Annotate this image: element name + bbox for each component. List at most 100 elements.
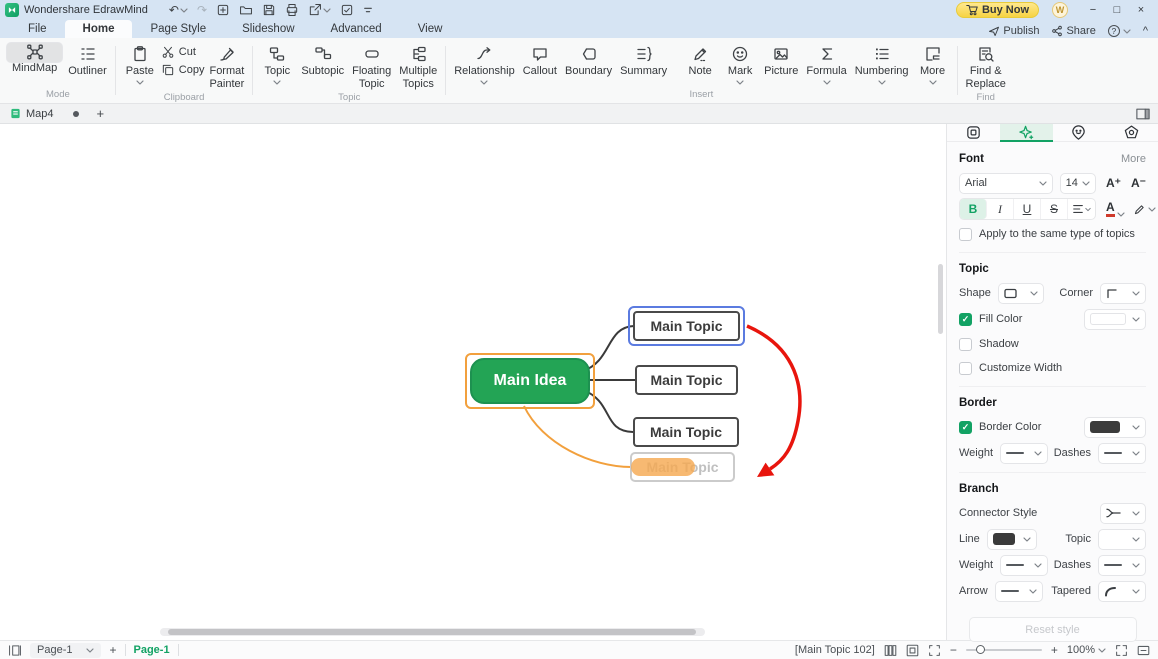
italic-button[interactable]: I: [987, 199, 1014, 219]
print-button[interactable]: [285, 3, 299, 17]
tab-advanced[interactable]: Advanced: [313, 20, 400, 38]
main-topic-node-3[interactable]: Main Topic: [633, 417, 739, 447]
bold-button[interactable]: B: [960, 199, 987, 219]
dragged-topic-pill[interactable]: [631, 458, 695, 476]
callout-button[interactable]: Callout: [520, 42, 560, 80]
tab-topic-format[interactable]: [999, 124, 1053, 142]
split-view-icon[interactable]: [884, 644, 897, 657]
text-align-button[interactable]: [1068, 199, 1095, 219]
tab-advanced-settings[interactable]: [1105, 124, 1158, 141]
add-page-button[interactable]: +: [109, 643, 116, 657]
zoom-slider-knob[interactable]: [975, 645, 985, 654]
share-button[interactable]: Share: [1051, 25, 1096, 37]
copy-button[interactable]: Copy: [161, 63, 204, 77]
formula-button[interactable]: Formula: [803, 42, 849, 87]
zoom-in-button[interactable]: +: [1051, 643, 1058, 657]
tab-file[interactable]: File: [10, 20, 65, 38]
zoom-level-select[interactable]: 100%: [1067, 644, 1106, 656]
close-button[interactable]: ×: [1129, 0, 1153, 20]
apply-same-type-checkbox[interactable]: [959, 227, 972, 241]
shadow-checkbox[interactable]: [959, 337, 972, 351]
user-avatar[interactable]: W: [1052, 2, 1068, 18]
open-file-button[interactable]: [239, 3, 253, 17]
active-page-tab[interactable]: Page-1: [134, 644, 170, 656]
help-button[interactable]: ?: [1107, 25, 1131, 37]
shape-select[interactable]: [997, 282, 1044, 304]
multiple-topics-button[interactable]: Multiple Topics: [396, 42, 440, 92]
tab-view[interactable]: View: [400, 20, 461, 38]
toolbar-options-icon[interactable]: [363, 5, 373, 15]
page-select[interactable]: Page-1: [30, 642, 102, 658]
more-insert-button[interactable]: More: [914, 42, 952, 87]
undo-button[interactable]: ↶: [169, 4, 188, 16]
tab-slideshow[interactable]: Slideshow: [224, 20, 312, 38]
find-replace-button[interactable]: Find & Replace: [963, 42, 1009, 92]
connector-style-select[interactable]: [1100, 502, 1146, 524]
tab-mark[interactable]: [1053, 124, 1106, 141]
subtopic-button[interactable]: Subtopic: [298, 42, 347, 80]
main-topic-node-1[interactable]: Main Topic: [633, 311, 740, 341]
boundary-button[interactable]: Boundary: [562, 42, 615, 80]
strikethrough-button[interactable]: S: [1041, 199, 1068, 219]
fullscreen-icon[interactable]: [1115, 644, 1128, 657]
toggle-right-panel-button[interactable]: [1136, 108, 1150, 120]
topic-button[interactable]: Topic: [258, 42, 296, 87]
highlight-pen-button[interactable]: [1133, 203, 1156, 216]
fit-window-icon[interactable]: [906, 644, 919, 657]
border-weight-select[interactable]: [1000, 442, 1049, 464]
font-size-select[interactable]: 14: [1059, 172, 1096, 194]
fill-color-checkbox[interactable]: [959, 312, 972, 326]
zoom-out-button[interactable]: −: [950, 643, 957, 657]
document-tab-map4[interactable]: Map4: [8, 108, 81, 120]
branch-arrow-select[interactable]: [994, 580, 1043, 602]
decrease-font-size-button[interactable]: A⁻: [1131, 176, 1146, 190]
customize-width-checkbox[interactable]: [959, 361, 972, 375]
zoom-slider[interactable]: [965, 645, 1042, 654]
branch-weight-select[interactable]: [1000, 554, 1049, 576]
paste-button[interactable]: Paste: [121, 42, 159, 87]
fit-content-icon[interactable]: [928, 644, 941, 657]
underline-button[interactable]: U: [1014, 199, 1041, 219]
horizontal-scrollbar-thumb[interactable]: [168, 629, 696, 635]
mindmap-mode-button[interactable]: MindMap: [6, 42, 64, 74]
font-color-button[interactable]: A: [1106, 200, 1125, 218]
border-color-select[interactable]: [1084, 416, 1146, 438]
minimize-button[interactable]: −: [1081, 0, 1105, 20]
collapse-ribbon-button[interactable]: ^: [1143, 25, 1148, 37]
vertical-scrollbar-thumb[interactable]: [938, 264, 943, 334]
more-link[interactable]: More: [1121, 153, 1146, 165]
fill-color-select[interactable]: [1084, 308, 1146, 330]
summary-button[interactable]: Summary: [617, 42, 670, 80]
corner-select[interactable]: [1100, 282, 1146, 304]
branch-topic-select[interactable]: [1098, 528, 1146, 550]
save-button[interactable]: [262, 3, 276, 17]
buy-now-button[interactable]: Buy Now: [955, 2, 1039, 18]
format-painter-button[interactable]: Format Painter: [206, 42, 247, 92]
relationship-button[interactable]: Relationship: [451, 42, 518, 87]
picture-button[interactable]: Picture: [761, 42, 801, 80]
new-file-button[interactable]: [216, 3, 230, 17]
mindmap-canvas[interactable]: Main Idea Main Topic Main Topic Main Top…: [0, 124, 946, 640]
border-color-checkbox[interactable]: [959, 420, 972, 434]
numbering-button[interactable]: Numbering: [852, 42, 912, 87]
main-topic-node-2[interactable]: Main Topic: [635, 365, 738, 395]
floating-topic-button[interactable]: Floating Topic: [349, 42, 394, 92]
mark-button[interactable]: Mark: [721, 42, 759, 87]
branch-dashes-select[interactable]: [1098, 554, 1146, 576]
publish-button[interactable]: Publish: [988, 25, 1039, 37]
export-button[interactable]: [308, 3, 331, 17]
tab-home[interactable]: Home: [64, 20, 133, 38]
main-idea-node[interactable]: Main Idea: [470, 358, 590, 404]
font-family-select[interactable]: Arial: [959, 172, 1053, 194]
tab-canvas-style[interactable]: [947, 124, 1000, 141]
cut-button[interactable]: Cut: [161, 45, 205, 59]
reset-style-button[interactable]: Reset style: [968, 617, 1137, 642]
edit-check-button[interactable]: [340, 3, 354, 17]
maximize-button[interactable]: □: [1105, 0, 1129, 20]
pages-panel-icon[interactable]: [8, 644, 22, 657]
outliner-mode-button[interactable]: Outliner: [65, 42, 110, 80]
tapered-select[interactable]: [1098, 580, 1146, 602]
collapse-panel-icon[interactable]: [1137, 644, 1150, 657]
increase-font-size-button[interactable]: A⁺: [1106, 176, 1121, 190]
branch-line-color-select[interactable]: [986, 528, 1037, 550]
